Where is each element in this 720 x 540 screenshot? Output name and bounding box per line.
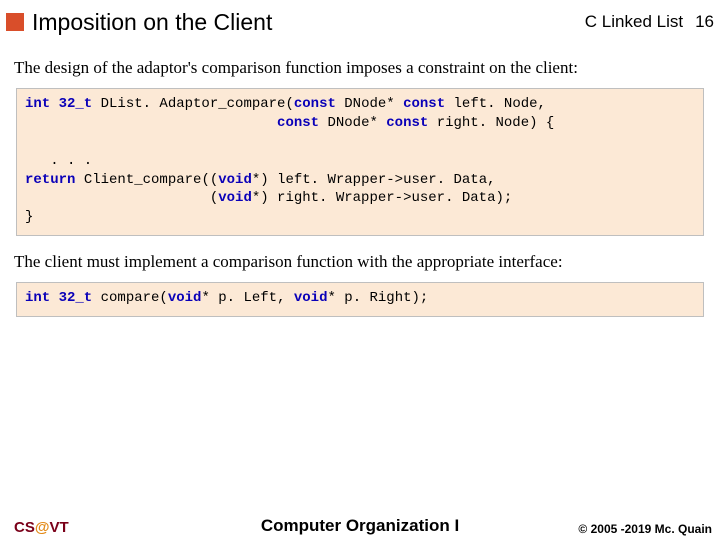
page-number: 16 bbox=[695, 12, 714, 32]
course-name: Computer Organization I bbox=[261, 516, 459, 536]
code-keyword: const bbox=[277, 115, 319, 131]
code-text: DNode* bbox=[319, 115, 386, 131]
code-keyword: const bbox=[386, 115, 428, 131]
header-left: Imposition on the Client bbox=[6, 9, 272, 36]
header-right: C Linked List 16 bbox=[585, 12, 714, 32]
code-keyword: const bbox=[294, 96, 336, 112]
mid-text: The client must implement a comparison f… bbox=[14, 252, 714, 272]
code-keyword: void bbox=[294, 290, 328, 306]
slide-footer: CS@VT Computer Organization I © 2005 -20… bbox=[0, 519, 720, 536]
code-text: *) right. Wrapper->user. Data); bbox=[252, 190, 512, 206]
code-block-1: int 32_t DList. Adaptor_compare(const DN… bbox=[16, 88, 704, 236]
brand-logo: CS@VT bbox=[14, 519, 69, 536]
code-type: int 32_t bbox=[25, 290, 92, 306]
code-type: int 32_t bbox=[25, 96, 92, 112]
code-keyword: return bbox=[25, 172, 75, 188]
code-pad bbox=[25, 115, 277, 131]
code-text: DList. Adaptor_compare( bbox=[92, 96, 294, 112]
brand-vt: VT bbox=[49, 519, 68, 536]
code-text: left. Node, bbox=[445, 96, 546, 112]
brand-cs: CS bbox=[14, 519, 35, 536]
slide-header: Imposition on the Client C Linked List 1… bbox=[6, 2, 714, 42]
slide-title: Imposition on the Client bbox=[32, 9, 272, 36]
code-keyword: void bbox=[218, 172, 252, 188]
code-text: right. Node) { bbox=[428, 115, 554, 131]
title-bullet-icon bbox=[6, 13, 24, 31]
code-keyword: void bbox=[218, 190, 252, 206]
code-keyword: void bbox=[168, 290, 202, 306]
code-text: compare( bbox=[92, 290, 168, 306]
topic-label: C Linked List bbox=[585, 12, 683, 32]
code-text: . . . bbox=[25, 153, 92, 169]
code-text: Client_compare(( bbox=[75, 172, 218, 188]
code-text: * p. Right); bbox=[327, 290, 428, 306]
brand-at: @ bbox=[35, 519, 50, 536]
code-block-2: int 32_t compare(void* p. Left, void* p.… bbox=[16, 282, 704, 317]
code-text: *) left. Wrapper->user. Data, bbox=[252, 172, 496, 188]
code-text: DNode* bbox=[336, 96, 403, 112]
code-text: * p. Left, bbox=[201, 290, 293, 306]
code-text: } bbox=[25, 209, 33, 225]
slide: Imposition on the Client C Linked List 1… bbox=[0, 0, 720, 540]
copyright: © 2005 -2019 Mc. Quain bbox=[578, 522, 712, 536]
code-keyword: const bbox=[403, 96, 445, 112]
intro-text: The design of the adaptor's comparison f… bbox=[14, 58, 714, 78]
code-pad: ( bbox=[25, 190, 218, 206]
